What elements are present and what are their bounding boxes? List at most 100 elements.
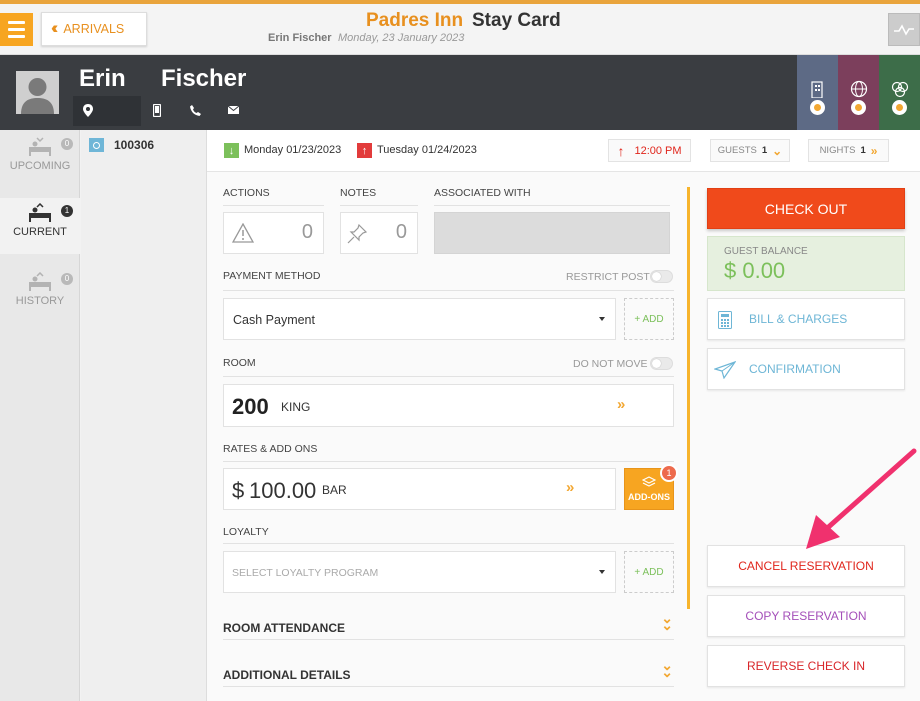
reservation-list-item[interactable]: 100306	[89, 138, 154, 152]
payment-method-select[interactable]: Cash Payment	[223, 298, 616, 340]
guest-last-name[interactable]: Fischer	[161, 65, 246, 93]
header-guest-name: Erin Fischer	[268, 32, 332, 44]
avatar[interactable]	[16, 71, 59, 114]
do-not-move-toggle[interactable]	[650, 357, 673, 370]
add-payment-button[interactable]: + ADD	[624, 298, 674, 340]
nights-label: NIGHTS	[819, 145, 856, 156]
double-chevron-right-icon: »	[870, 143, 878, 158]
reservation-number: 100306	[114, 138, 155, 152]
guest-balance[interactable]: GUEST BALANCE $ 0.00	[707, 236, 905, 291]
add-loyalty-button[interactable]: + ADD	[624, 551, 674, 593]
arrival-date[interactable]: Monday 01/23/2023	[244, 144, 341, 156]
rate-field[interactable]: $ 100.00 BAR »	[223, 468, 616, 510]
payment-method-value: Cash Payment	[233, 313, 315, 327]
current-count-badge: 1	[61, 205, 73, 217]
notes-box[interactable]: 0	[340, 212, 418, 254]
room-attendance-section[interactable]: ROOM ATTENDANCE ⌄ ⌄	[223, 610, 674, 640]
warning-icon	[232, 223, 254, 243]
departure-arrow-icon: ↑	[357, 143, 372, 158]
departure-time-value: 12:00 PM	[634, 144, 682, 157]
location-pin-icon[interactable]	[81, 103, 95, 117]
email-icon[interactable]	[226, 103, 240, 117]
pin-icon	[347, 224, 367, 244]
annotation-arrow	[806, 448, 917, 549]
history-count-badge: 0	[61, 273, 73, 285]
room-type: KING	[281, 400, 311, 414]
restrict-post-toggle[interactable]	[650, 270, 673, 283]
tile-hotel[interactable]	[797, 55, 838, 130]
rates-label: RATES & ADD ONS	[223, 443, 318, 455]
hotel-name: Padres Inn	[366, 10, 464, 31]
sidebar-item-current[interactable]: 1 CURRENT	[0, 198, 80, 254]
menu-icon[interactable]	[0, 13, 33, 46]
departure-date[interactable]: Tuesday 01/24/2023	[377, 144, 477, 156]
bill-charges-button[interactable]: BILL & CHARGES	[707, 298, 905, 340]
back-button-label: ARRIVALS	[63, 22, 125, 36]
room-attendance-title: ROOM ATTENDANCE	[223, 621, 345, 635]
guests-pill[interactable]: GUESTS 1 ⌄	[710, 139, 790, 162]
up-arrow-icon: ↑	[617, 142, 625, 159]
room-field[interactable]: 200 KING »	[223, 384, 674, 427]
send-icon	[714, 361, 736, 379]
guest-balance-label: GUEST BALANCE	[724, 246, 808, 257]
rate-code: BAR	[322, 483, 347, 497]
notes-count: 0	[395, 221, 407, 243]
search-icon[interactable]	[810, 100, 825, 115]
header-date: Monday, 23 January 2023	[338, 32, 465, 44]
tile-circles[interactable]	[879, 55, 920, 130]
sidebar-item-history[interactable]: 0 HISTORY	[0, 271, 80, 317]
check-out-button[interactable]: CHECK OUT	[707, 188, 905, 229]
payment-method-label: PAYMENT METHOD	[223, 270, 321, 282]
search-icon[interactable]	[892, 100, 907, 115]
rate-amount: 100.00	[249, 478, 317, 503]
confirmation-button[interactable]: CONFIRMATION	[707, 348, 905, 390]
bed-icon	[29, 137, 51, 156]
search-icon[interactable]	[851, 100, 866, 115]
double-chevron-right-icon: »	[617, 396, 626, 413]
loyalty-label: LOYALTY	[223, 526, 269, 538]
activity-icon[interactable]	[888, 13, 920, 46]
departure-time[interactable]: ↑ 12:00 PM	[608, 139, 691, 162]
rate-currency: $	[232, 478, 245, 503]
sidebar-item-label: UPCOMING	[9, 160, 71, 172]
bill-charges-label: BILL & CHARGES	[749, 312, 848, 326]
actions-count: 0	[301, 221, 313, 243]
double-chevron-right-icon: »	[566, 479, 575, 496]
reservation-list: 100306	[81, 130, 207, 701]
associated-with-box[interactable]	[434, 212, 670, 254]
upcoming-count-badge: 0	[61, 138, 73, 150]
tile-globe[interactable]	[838, 55, 879, 130]
actions-label: ACTIONS	[223, 187, 270, 199]
guest-balance-value: $ 0.00	[724, 258, 786, 283]
room-number: 200	[232, 394, 269, 419]
restrict-post-label: RESTRICT POST	[566, 271, 650, 283]
calculator-icon	[718, 311, 732, 329]
bed-icon	[29, 271, 51, 291]
bed-icon	[29, 202, 51, 222]
nights-pill[interactable]: NIGHTS 1 »	[808, 139, 889, 162]
back-to-arrivals-button[interactable]: ‹‹ ARRIVALS	[41, 12, 147, 46]
sidebar-item-upcoming[interactable]: 0 UPCOMING	[0, 137, 80, 182]
arrival-arrow-icon: ↓	[224, 143, 239, 158]
add-ons-label: ADD-ONS	[628, 492, 670, 502]
guest-first-name[interactable]: Erin	[79, 65, 126, 93]
double-chevron-down-icon: ⌄	[772, 143, 783, 158]
phone-icon[interactable]	[188, 103, 202, 117]
do-not-move-label: DO NOT MOVE	[573, 358, 648, 370]
additional-details-title: ADDITIONAL DETAILS	[223, 668, 351, 682]
loyalty-select[interactable]: SELECT LOYALTY PROGRAM	[223, 551, 616, 593]
notes-label: NOTES	[340, 187, 377, 199]
dropdown-arrow-icon	[599, 317, 605, 321]
loyalty-placeholder: SELECT LOYALTY PROGRAM	[232, 567, 379, 579]
mobile-phone-icon[interactable]	[150, 103, 164, 117]
additional-details-section[interactable]: ADDITIONAL DETAILS ⌄ ⌄	[223, 657, 674, 687]
associated-label: ASSOCIATED WITH	[434, 187, 531, 199]
double-chevron-down-icon: ⌄ ⌄	[661, 657, 673, 680]
confirmation-label: CONFIRMATION	[749, 362, 841, 376]
copy-reservation-button[interactable]: COPY RESERVATION	[707, 595, 905, 637]
column-divider	[687, 187, 690, 609]
reservation-status-icon	[89, 138, 104, 152]
actions-box[interactable]: 0	[223, 212, 324, 254]
reverse-check-in-button[interactable]: REVERSE CHECK IN	[707, 645, 905, 687]
double-chevron-down-icon: ⌄ ⌄	[661, 610, 673, 633]
